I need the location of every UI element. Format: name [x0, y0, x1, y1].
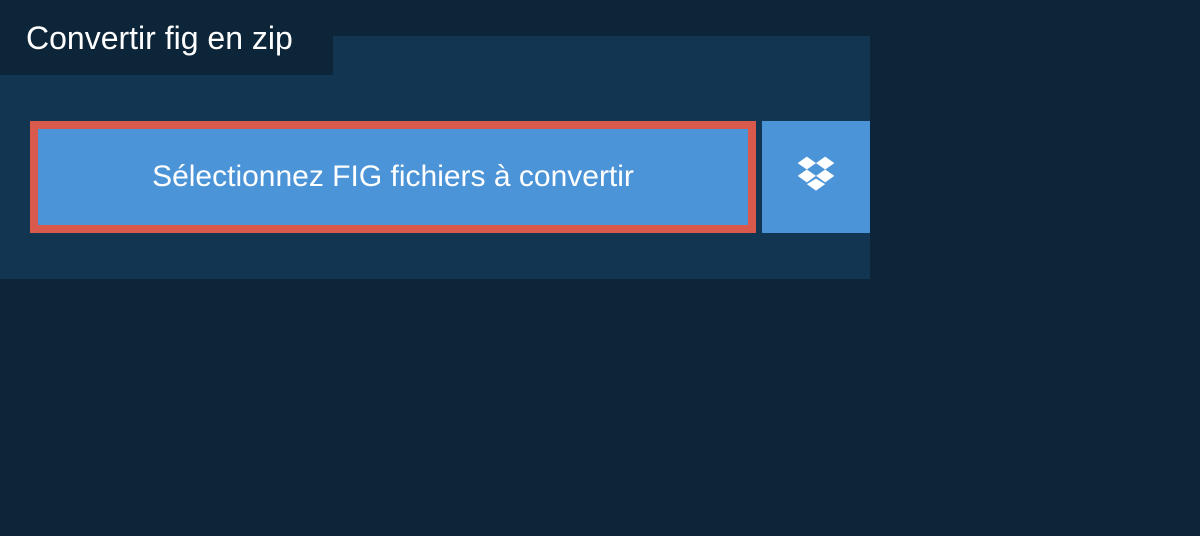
upload-row: Sélectionnez FIG fichiers à convertir [30, 121, 870, 233]
tab-convert[interactable]: Convertir fig en zip [0, 2, 333, 75]
dropbox-button[interactable] [762, 121, 870, 233]
select-files-label: Sélectionnez FIG fichiers à convertir [152, 160, 634, 194]
converter-panel: Convertir fig en zip Sélectionnez FIG fi… [0, 36, 870, 279]
dropbox-icon [794, 153, 838, 202]
select-files-button[interactable]: Sélectionnez FIG fichiers à convertir [30, 121, 756, 233]
tab-title: Convertir fig en zip [26, 20, 293, 56]
